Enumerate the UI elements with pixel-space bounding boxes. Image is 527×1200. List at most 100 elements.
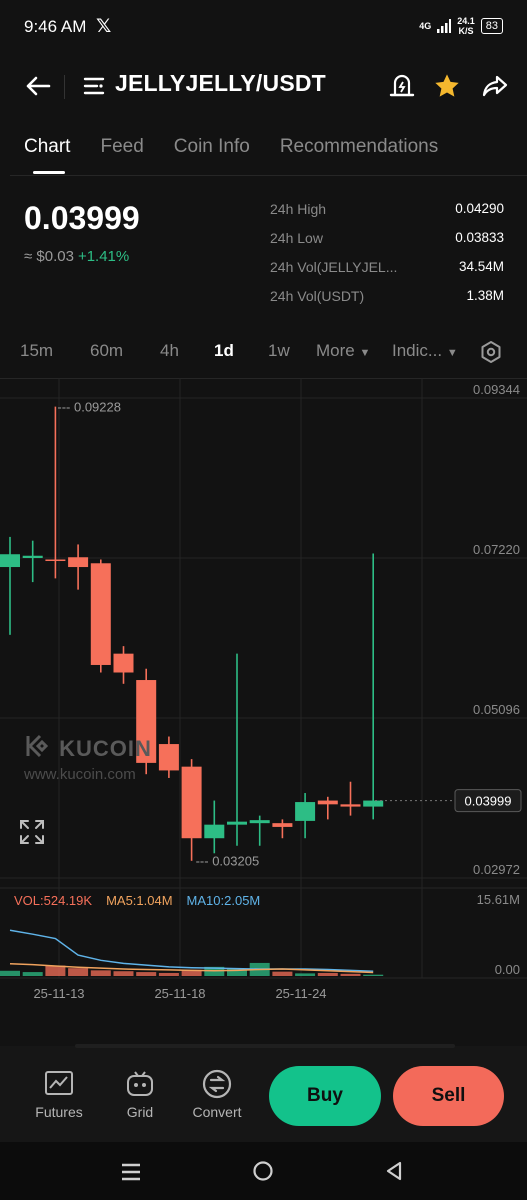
high-annotation: --- 0.09228 [57, 400, 121, 415]
candle-body [295, 802, 316, 821]
y-axis-label: 0.07220 [473, 542, 520, 557]
back-arrow-icon[interactable] [24, 72, 52, 100]
vol-value: VOL:524.19K [14, 893, 93, 908]
low-annotation: --- 0.03205 [196, 853, 260, 868]
futures-chart-icon [24, 1068, 94, 1100]
status-indicators: 4G 24.1 K/S 83 [419, 16, 503, 36]
fiat-price: ≈ $0.03 [24, 248, 74, 265]
buy-button[interactable]: Buy [269, 1066, 381, 1126]
home-icon[interactable] [252, 1160, 274, 1187]
sell-button[interactable]: Sell [393, 1066, 504, 1126]
ma10-line [9, 929, 374, 972]
y-axis-label: 0.09344 [473, 382, 520, 397]
timeframe-60m[interactable]: 60m [90, 341, 123, 361]
volume-bar [90, 970, 111, 976]
nav-label: Futures [35, 1104, 83, 1120]
volume-bar [22, 972, 43, 976]
candle-body [22, 555, 43, 558]
stat-value: 0.04290 [455, 201, 504, 216]
candles [0, 406, 384, 861]
chart-settings-icon[interactable] [480, 340, 502, 369]
current-price-tag: 0.03999 [465, 794, 512, 809]
speed-value: 24.1 [457, 16, 475, 26]
timeframe-15m[interactable]: 15m [20, 341, 53, 361]
share-icon[interactable] [481, 72, 509, 100]
caret-down-icon: ▼ [446, 347, 458, 359]
candle-body [272, 823, 293, 827]
x-axis-label: 25-11-13 [33, 986, 84, 1000]
nav-label: Convert [192, 1104, 242, 1120]
network-speed: 24.1 K/S [457, 16, 475, 36]
stat-value: 0.03833 [455, 230, 504, 245]
menu-list-icon[interactable] [83, 76, 105, 96]
convert-icon [182, 1068, 252, 1100]
stat-label: 24h Vol(JELLYJEL... [270, 259, 398, 275]
tab-recommendations[interactable]: Recommendations [280, 136, 438, 158]
candle-body [181, 766, 202, 839]
caret-down-icon: ▼ [359, 347, 371, 359]
timeframe-1d[interactable]: 1d [214, 341, 234, 361]
stat-value: 1.38M [466, 288, 504, 303]
main-tabs: Chart Feed Coin Info Recommendations [24, 136, 468, 158]
volume-legend: VOL:524.19K MA5:1.04M MA10:2.05M [14, 893, 260, 908]
indicators-label: Indic... [392, 341, 443, 360]
candle-body [204, 824, 225, 839]
more-label: More [316, 341, 355, 360]
volume-chart [0, 929, 384, 976]
timeframe-more[interactable]: More ▼ [316, 341, 370, 361]
candle-body [317, 800, 338, 805]
header-divider [64, 75, 65, 99]
watermark-brand: KUCOIN [59, 736, 152, 761]
battery-level: 83 [480, 18, 503, 34]
bottom-sheet-handle [75, 1044, 455, 1048]
tabs-divider [10, 175, 527, 176]
stat-24h-high: 24h High 0.04290 [270, 198, 504, 227]
pair-title[interactable]: JELLYJELLY/USDT [115, 70, 326, 97]
chart-grid [0, 378, 527, 979]
tab-feed[interactable]: Feed [100, 136, 143, 158]
candle-body [158, 744, 179, 771]
y-axis-label: 0.05096 [473, 702, 520, 717]
fullscreen-expand-icon[interactable] [18, 818, 46, 851]
timeframe-4h[interactable]: 4h [160, 341, 179, 361]
watermark-url: www.kucoin.com [24, 766, 136, 783]
nav-convert[interactable]: Convert [182, 1068, 252, 1120]
x-axis-label: 25-11-18 [154, 986, 205, 1000]
back-nav-icon[interactable] [384, 1160, 404, 1187]
y-axis-label: 0.02972 [473, 862, 520, 877]
candle-body [227, 821, 247, 825]
nav-label: Grid [126, 1104, 154, 1120]
favorite-star-icon[interactable] [433, 72, 461, 100]
nav-futures[interactable]: Futures [24, 1068, 94, 1120]
stats-panel: 24h High 0.04290 24h Low 0.03833 24h Vol(J… [270, 198, 504, 314]
indicators-dropdown[interactable]: Indic... ▼ [392, 341, 458, 361]
volume-bar [68, 968, 89, 976]
volume-bar [0, 970, 20, 976]
tab-chart[interactable]: Chart [24, 136, 70, 158]
stat-label: 24h Low [270, 230, 323, 246]
volume-bar [340, 973, 361, 976]
stat-24h-low: 24h Low 0.03833 [270, 227, 504, 256]
stat-24h-vol-base: 24h Vol(JELLYJEL... 34.54M [270, 256, 504, 285]
candle-body [249, 820, 270, 824]
nav-grid[interactable]: Grid [105, 1068, 175, 1120]
network-type: 4G [419, 21, 432, 31]
candle-body [340, 804, 361, 807]
tab-coin-info[interactable]: Coin Info [174, 136, 250, 158]
price-alert-icon[interactable] [389, 72, 415, 100]
volume-bar [136, 972, 157, 976]
volume-bar [158, 972, 179, 976]
last-price: 0.03999 [24, 200, 140, 236]
volume-max-label: 15.61M [477, 892, 520, 907]
recent-apps-icon[interactable] [120, 1162, 142, 1187]
speed-unit: K/S [458, 26, 474, 36]
status-time: 9:46 AM [24, 17, 87, 36]
candle-body [90, 563, 111, 665]
volume-bar [363, 974, 384, 976]
volume-bar [272, 971, 293, 976]
volume-bar [295, 973, 316, 976]
candle-body [45, 559, 66, 562]
stat-label: 24h Vol(USDT) [270, 288, 365, 304]
stat-value: 34.54M [458, 259, 504, 274]
timeframe-1w[interactable]: 1w [268, 341, 290, 361]
